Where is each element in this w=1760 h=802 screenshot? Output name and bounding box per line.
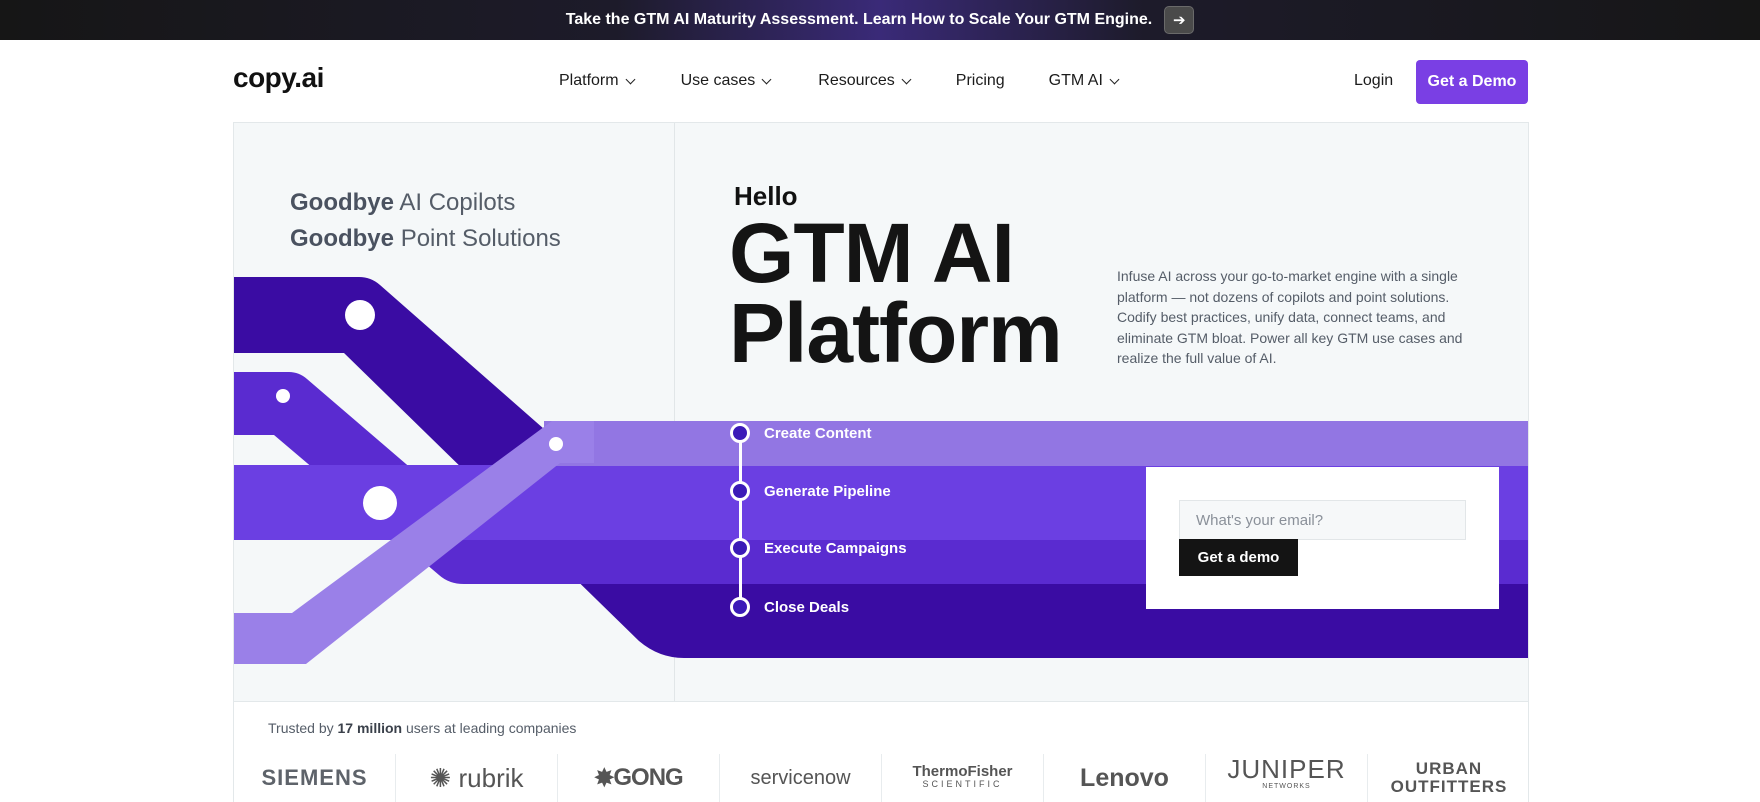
step-dot-icon (730, 481, 750, 501)
nav-item-label: Platform (559, 72, 619, 89)
nav-menu: Platform Use cases Resources Pricing GTM… (559, 72, 1163, 90)
gong-logo: ✸ GONG (558, 754, 720, 802)
nav-item-label: Use cases (680, 72, 756, 89)
thermofisher-sub: SCIENTIFIC (922, 779, 1003, 789)
lenovo-logo: Lenovo (1044, 754, 1206, 802)
main-nav: copy.ai Platform Use cases Resources Pri… (0, 40, 1760, 122)
hero-description: Infuse AI across your go-to-market engin… (1117, 268, 1463, 366)
timeline-line (739, 433, 742, 607)
customer-logos: SIEMENS ✺ rubrik ✸ GONG servicenow Thermo… (234, 754, 1530, 802)
step-label: Create Content (764, 424, 872, 442)
dot-tiny (549, 437, 563, 451)
nav-item-use-cases[interactable]: Use cases (680, 72, 772, 90)
announcement-bar: Take the GTM AI Maturity Assessment. Lea… (0, 0, 1760, 40)
login-link[interactable]: Login (1354, 72, 1393, 90)
goodbye-bold: Goodbye (290, 225, 395, 252)
nav-item-resources[interactable]: Resources (818, 72, 912, 90)
goodbye-heading: Goodbye AI Copilots Goodbye Point Soluti… (290, 185, 561, 257)
arrow-right-icon[interactable]: ➔ (1164, 6, 1195, 34)
dot-medium (363, 486, 397, 520)
chevron-down-icon (901, 74, 912, 84)
nav-item-gtm-ai[interactable]: GTM AI (1048, 72, 1120, 90)
step-item: Execute Campaigns (730, 538, 907, 558)
email-field[interactable]: What's your email? (1179, 500, 1466, 540)
servicenow-logo: servicenow (720, 754, 882, 802)
nav-item-label: Resources (818, 72, 895, 89)
logo[interactable]: copy.ai (233, 62, 324, 94)
step-dot-icon (730, 597, 750, 617)
hero-section: Goodbye AI Copilots Goodbye Point Soluti… (233, 122, 1529, 702)
trust-prefix: Trusted by (268, 720, 334, 736)
trust-section: Trusted by 17 million users at leading c… (233, 702, 1529, 802)
dot-small (276, 389, 290, 403)
nav-item-label: Pricing (955, 72, 1005, 89)
chevron-down-icon (1109, 74, 1120, 84)
step-label: Close Deals (764, 598, 850, 616)
trust-text: Trusted by 17 million users at leading c… (268, 720, 576, 736)
nav-item-label: GTM AI (1048, 72, 1103, 89)
rubrik-logo: ✺ rubrik (396, 754, 558, 802)
trust-suffix: users at leading companies (405, 720, 577, 736)
nav-item-pricing[interactable]: Pricing (956, 72, 1005, 90)
rubrik-text: rubrik (458, 762, 524, 793)
dot-large (345, 300, 375, 330)
step-item: Close Deals (730, 597, 849, 617)
urban-text: URBAN (1415, 759, 1483, 778)
thermofisher-logo: ThermoFisher SCIENTIFIC (882, 754, 1044, 802)
nav-item-platform[interactable]: Platform (559, 72, 636, 90)
juniper-logo: JUNIPER NETWORKS (1206, 754, 1368, 802)
page-title: GTM AI Platform (729, 206, 1063, 380)
trust-count: 17 million (337, 720, 403, 736)
siemens-logo: SIEMENS (234, 754, 396, 802)
chevron-down-icon (761, 74, 772, 84)
announcement-text[interactable]: Take the GTM AI Maturity Assessment. Lea… (566, 11, 1152, 29)
title-line: GTM AI (729, 206, 1015, 300)
chevron-down-icon (625, 74, 636, 84)
title-line: Platform (729, 286, 1063, 380)
gong-text: GONG (613, 764, 683, 791)
goodbye-bold: Goodbye (290, 189, 395, 216)
urban-outfitters-logo: URBAN OUTFITTERS (1368, 754, 1530, 802)
demo-form-card: What's your email? Get a demo (1146, 467, 1499, 609)
steps-timeline: Create Content Generate Pipeline Execute… (730, 423, 980, 617)
step-label: Generate Pipeline (764, 482, 891, 500)
outfitters-text: OUTFITTERS (1390, 777, 1508, 796)
goodbye-text: AI Copilots (399, 189, 516, 216)
step-item: Generate Pipeline (730, 481, 891, 501)
get-a-demo-button[interactable]: Get a Demo (1416, 60, 1528, 104)
light-band-horizontal (544, 421, 1528, 466)
step-dot-icon (730, 423, 750, 443)
goodbye-text: Point Solutions (400, 225, 561, 252)
get-a-demo-submit-button[interactable]: Get a demo (1179, 539, 1298, 576)
step-dot-icon (730, 538, 750, 558)
step-item: Create Content (730, 423, 872, 443)
step-label: Execute Campaigns (764, 539, 907, 557)
